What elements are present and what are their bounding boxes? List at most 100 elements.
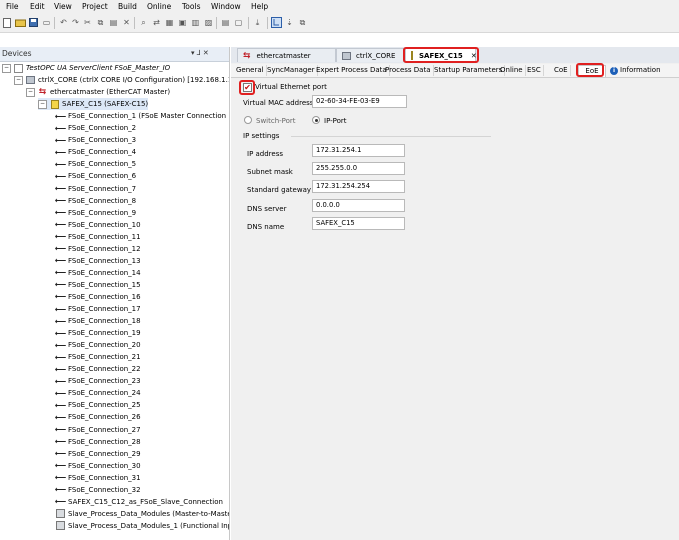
menu-online[interactable]: Online <box>147 2 171 12</box>
logout-icon[interactable]: ▢ <box>233 17 244 28</box>
menu-view[interactable]: View <box>54 2 72 12</box>
tab-ethercatmaster[interactable]: ⇆ ethercatmaster <box>237 48 336 62</box>
menu-help[interactable]: Help <box>251 2 268 12</box>
tree-node[interactable]: ⟵ FSoE_Connection_5 <box>55 158 136 170</box>
paste-icon[interactable]: ▤ <box>108 17 119 28</box>
collapse-toggle-icon[interactable]: − <box>2 63 11 73</box>
virtual-mac-field[interactable]: 02-60-34-FE-03-E9 <box>312 95 407 108</box>
dns-server-field[interactable]: 0.0.0.0 <box>312 199 405 212</box>
collapse-toggle-icon[interactable]: − <box>26 87 35 97</box>
collapse-toggle-icon[interactable]: − <box>14 75 23 85</box>
tree-node[interactable]: ⟵ FSoE_Connection_7 <box>55 183 136 195</box>
copy-icon[interactable]: ⧉ <box>95 17 106 28</box>
collapse-toggle-icon[interactable]: − <box>38 99 47 109</box>
tree-node-label: ctrlX_CORE (ctrlX CORE I/O Configuration… <box>38 76 229 85</box>
tree-node[interactable]: ⟵ FSoE_Connection_9 <box>55 207 136 219</box>
tree-node[interactable]: ⟵ FSoE_Connection_25 <box>55 399 141 411</box>
bookmark-icon[interactable]: ▦ <box>164 17 175 28</box>
tree-node[interactable]: − SAFEX_C15 (SAFEX-C15) <box>38 98 149 111</box>
subnet-mask-field[interactable]: 255.255.0.0 <box>312 162 405 175</box>
print-icon[interactable]: ▭ <box>41 17 52 28</box>
tab-esc[interactable]: ESC <box>525 65 544 76</box>
device-icon[interactable]: ▨ <box>203 17 214 28</box>
tree-node[interactable]: ⟵ SAFEX_C15_C12_as_FSoE_Slave_Connection <box>55 496 223 508</box>
menu-window[interactable]: Window <box>211 2 241 12</box>
compile-icon[interactable]: ▣ <box>177 17 188 28</box>
tree-node[interactable]: ⟵ FSoE_Connection_31 <box>55 472 141 484</box>
tab-syncmanager[interactable]: SyncManager <box>265 65 318 76</box>
menu-edit[interactable]: Edit <box>30 2 45 12</box>
switch-port-radio[interactable] <box>244 116 252 124</box>
tree-node[interactable]: ⟵ FSoE_Connection_26 <box>55 411 141 423</box>
tree-node[interactable]: ⟵ FSoE_Connection_18 <box>55 315 141 327</box>
build-icon[interactable]: ▥ <box>190 17 201 28</box>
cut-icon[interactable]: ✂ <box>82 17 93 28</box>
tab-safex-c15[interactable]: SAFEX_C15 ✕ <box>405 48 477 62</box>
ip-address-field[interactable]: 172.31.254.1 <box>312 144 405 157</box>
tree-node[interactable]: ⟵ FSoE_Connection_14 <box>55 267 141 279</box>
tab-online[interactable]: Online <box>498 65 526 76</box>
tree-node[interactable]: ⟵ FSoE_Connection_23 <box>55 375 141 387</box>
tab-coe[interactable]: CoE <box>552 65 571 76</box>
open-folder-icon[interactable] <box>15 17 26 28</box>
pane-controls[interactable]: ▾ ⅃ ✕ <box>191 49 209 57</box>
tree-node[interactable]: ⟵ FSoE_Connection_17 <box>55 303 141 315</box>
tree-node[interactable]: ⟵ FSoE_Connection_4 <box>55 146 136 158</box>
tree-node[interactable]: ⟵ FSoE_Connection_10 <box>55 219 141 231</box>
tab-information[interactable]: i Information <box>608 65 663 76</box>
step-out-icon[interactable]: ⧉ <box>297 17 308 28</box>
menu-tools[interactable]: Tools <box>182 2 200 12</box>
tree-node[interactable]: ⟵ FSoE_Connection_22 <box>55 363 141 375</box>
tree-node[interactable]: ⟵ FSoE_Connection_28 <box>55 436 141 448</box>
tree-node[interactable]: − ctrlX_CORE (ctrlX CORE I/O Configuratio… <box>14 74 229 86</box>
login-icon[interactable]: ▤ <box>220 17 231 28</box>
save-icon[interactable] <box>28 17 39 28</box>
standard-gateway-field[interactable]: 172.31.254.254 <box>312 180 405 193</box>
menu-file[interactable]: File <box>6 2 19 12</box>
tree-node[interactable]: ⟵ FSoE_Connection_24 <box>55 387 141 399</box>
replace-icon[interactable]: ⇄ <box>151 17 162 28</box>
new-file-icon[interactable] <box>2 17 13 28</box>
tab-ctrlx-core[interactable]: ctrlX_CORE <box>336 48 404 62</box>
tree-node[interactable]: ⟵ FSoE_Connection_29 <box>55 448 141 460</box>
tree-node[interactable]: ⟵ FSoE_Connection_2 <box>55 122 136 134</box>
tree-node[interactable]: ⟵ FSoE_Connection_6 <box>55 170 136 182</box>
tab-process-data[interactable]: Process Data <box>383 65 434 76</box>
tree-node[interactable]: ⟵ FSoE_Connection_21 <box>55 351 141 363</box>
redo-icon[interactable]: ↷ <box>70 17 81 28</box>
tree-node[interactable]: ⟵ FSoE_Connection_8 <box>55 195 136 207</box>
tree-node[interactable]: ⟵ FSoE_Connection_12 <box>55 243 141 255</box>
tree-node[interactable]: − TestOPC UA ServerClient FSoE_Master_IO <box>2 62 170 74</box>
step-into-icon[interactable] <box>271 17 282 28</box>
download-icon[interactable]: ⤓ <box>252 17 263 28</box>
tab-startup-parameters[interactable]: Startup Parameters <box>432 65 506 76</box>
tree-node[interactable]: ⟵ FSoE_Connection_13 <box>55 255 141 267</box>
close-icon[interactable]: ✕ <box>471 52 477 60</box>
ip-port-radio[interactable] <box>312 116 320 124</box>
tree-node[interactable]: ⟵ FSoE_Connection_30 <box>55 460 141 472</box>
tree-node[interactable]: ⟵ FSoE_Connection_27 <box>55 424 141 436</box>
menu-build[interactable]: Build <box>118 2 137 12</box>
tree-node[interactable]: ⟵ FSoE_Connection_16 <box>55 291 141 303</box>
tree-node[interactable]: Slave_Process_Data_Modules (Master-to-Ma… <box>56 508 229 520</box>
tree-node[interactable]: ⟵ FSoE_Connection_20 <box>55 339 141 351</box>
tree-node[interactable]: ⟵ FSoE_Connection_19 <box>55 327 141 339</box>
virtual-ethernet-checkbox[interactable]: ✔ <box>243 83 252 92</box>
tab-expert-process-data[interactable]: Expert Process Data <box>314 65 390 76</box>
fsoe-connection-icon: ⟵ <box>54 111 67 121</box>
delete-icon[interactable]: ✕ <box>121 17 132 28</box>
tab-general[interactable]: General <box>234 65 267 76</box>
tree-node[interactable]: − ⇆ ethercatmaster (EtherCAT Master) <box>26 86 170 98</box>
menu-project[interactable]: Project <box>82 2 108 12</box>
tree-node[interactable]: Slave_Process_Data_Modules_1 (Functional… <box>56 520 229 532</box>
undo-icon[interactable]: ↶ <box>58 17 69 28</box>
tab-eoe[interactable]: EoE <box>578 65 606 77</box>
dns-name-field[interactable]: SAFEX_C15 <box>312 217 405 230</box>
tree-node[interactable]: ⟵ FSoE_Connection_11 <box>55 231 141 243</box>
tree-node[interactable]: ⟵ FSoE_Connection_32 <box>55 484 141 496</box>
find-icon[interactable]: ⌕ <box>138 17 149 28</box>
tree-node[interactable]: ⟵ FSoE_Connection_15 <box>55 279 141 291</box>
tree-node[interactable]: ⟵ FSoE_Connection_1 (FSoE Master Connecti… <box>54 110 229 122</box>
tree-node[interactable]: ⟵ FSoE_Connection_3 <box>55 134 136 146</box>
step-over-icon[interactable]: ⇣ <box>284 17 295 28</box>
